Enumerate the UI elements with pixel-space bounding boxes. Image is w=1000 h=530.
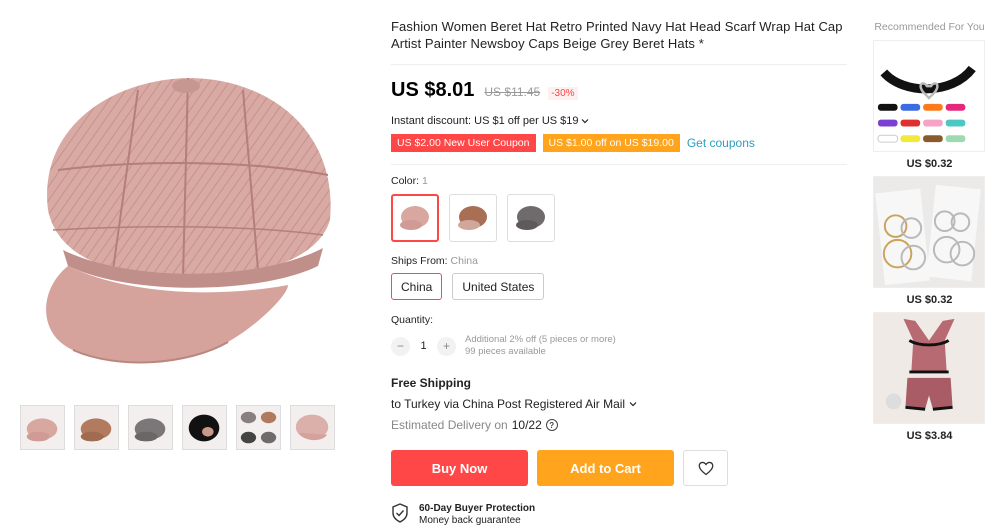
thumbnail-grid[interactable] [236, 405, 281, 450]
current-price: US $8.01 [391, 79, 475, 101]
divider [391, 164, 847, 165]
thumbnail-pink[interactable] [20, 405, 65, 450]
estimated-delivery-date: 10/22 [511, 418, 542, 432]
hoop-earrings-image [873, 176, 985, 288]
ships-from-options: China United States [391, 273, 847, 300]
ships-from-china[interactable]: China [391, 273, 443, 300]
ships-from-selected-value: China [450, 255, 478, 267]
shipping-method-text: to Turkey via China Post Registered Air … [391, 397, 626, 411]
product-title: Fashion Women Beret Hat Retro Printed Na… [391, 19, 843, 51]
quantity-notes: Additional 2% off (5 pieces or more) 99 … [465, 334, 616, 358]
choker-necklace-image [873, 40, 985, 152]
recommended-panel: Recommended For You US $0.32 US $0.32 US… [873, 20, 986, 442]
quantity-row: − 1 + Additional 2% off (5 pieces or mor… [391, 334, 847, 358]
discount-badge: -30% [548, 87, 578, 100]
shield-check-icon [392, 503, 408, 523]
instant-discount-text: Instant discount: US $1 off per US $19 [391, 115, 579, 127]
thumbnail-grey[interactable] [128, 405, 173, 450]
thumbnail-strip [20, 405, 335, 450]
recommended-item-pajamas[interactable]: US $3.84 [873, 312, 986, 442]
color-swatch-grey[interactable] [507, 194, 555, 242]
recommended-price: US $0.32 [906, 158, 953, 170]
heart-icon [698, 461, 713, 475]
chevron-down-icon [581, 119, 588, 124]
color-label-text: Color: [391, 175, 420, 187]
color-selected-value: 1 [421, 175, 428, 187]
buy-now-button[interactable]: Buy Now [391, 450, 528, 486]
buyer-protection: 60-Day Buyer Protection Money back guara… [391, 503, 847, 526]
buyer-protection-text: 60-Day Buyer Protection Money back guara… [419, 503, 535, 526]
color-swatch-brown[interactable] [449, 194, 497, 242]
recommended-item-earrings[interactable]: US $0.32 [873, 176, 986, 306]
ships-from-united-states[interactable]: United States [452, 273, 545, 300]
color-swatches [391, 194, 847, 242]
quantity-decrease-button[interactable]: − [391, 336, 410, 356]
ships-from-label: Ships From: China [391, 255, 847, 267]
color-swatch-pink[interactable] [391, 194, 439, 242]
price-row: US $8.01 US $11.45 -30% [391, 79, 847, 102]
buyer-protection-title: 60-Day Buyer Protection [419, 503, 536, 514]
satin-pajamas-image [873, 312, 985, 424]
main-product-image[interactable] [18, 20, 358, 390]
quantity-increase-button[interactable]: + [437, 336, 456, 356]
estimated-delivery-label: Estimated Delivery on [391, 418, 508, 432]
wishlist-button[interactable] [683, 450, 728, 486]
thumbnail-pink-side[interactable] [290, 405, 335, 450]
chevron-down-icon [629, 402, 637, 407]
recommended-title: Recommended For You [874, 21, 985, 33]
new-user-coupon[interactable]: US $2.00 New User Coupon [391, 134, 536, 152]
buyer-protection-subtitle: Money back guarantee [419, 515, 521, 526]
estimated-delivery: Estimated Delivery on 10/22 ? [391, 418, 847, 432]
recommended-price: US $0.32 [906, 294, 953, 306]
thumbnail-black[interactable] [182, 405, 227, 450]
divider [391, 64, 847, 65]
product-info: Fashion Women Beret Hat Retro Printed Na… [391, 18, 847, 526]
action-buttons: Buy Now Add to Cart [391, 450, 847, 486]
recommended-item-choker[interactable]: US $0.32 [873, 40, 986, 170]
bulk-discount-note: Additional 2% off (5 pieces or more) [465, 334, 616, 345]
store-coupon[interactable]: US $1.00 off on US $19.00 [542, 134, 680, 152]
ships-from-label-text: Ships From: [391, 255, 448, 267]
recommended-price: US $3.84 [906, 430, 953, 442]
thumbnail-brown[interactable] [74, 405, 119, 450]
stock-note: 99 pieces available [465, 346, 546, 357]
get-coupons-link[interactable]: Get coupons [687, 136, 755, 150]
add-to-cart-button[interactable]: Add to Cart [537, 450, 674, 486]
free-shipping-label: Free Shipping [391, 376, 472, 390]
coupon-row: US $2.00 New User Coupon US $1.00 off on… [391, 134, 847, 152]
color-label: Color: 1 [391, 175, 847, 187]
instant-discount[interactable]: Instant discount: US $1 off per US $19 [391, 115, 847, 127]
shipping-method-selector[interactable]: to Turkey via China Post Registered Air … [391, 397, 847, 411]
quantity-label: Quantity: [391, 314, 434, 326]
quantity-input[interactable]: 1 [410, 340, 437, 352]
original-price: US $11.45 [484, 85, 541, 99]
help-icon[interactable]: ? [545, 419, 558, 431]
